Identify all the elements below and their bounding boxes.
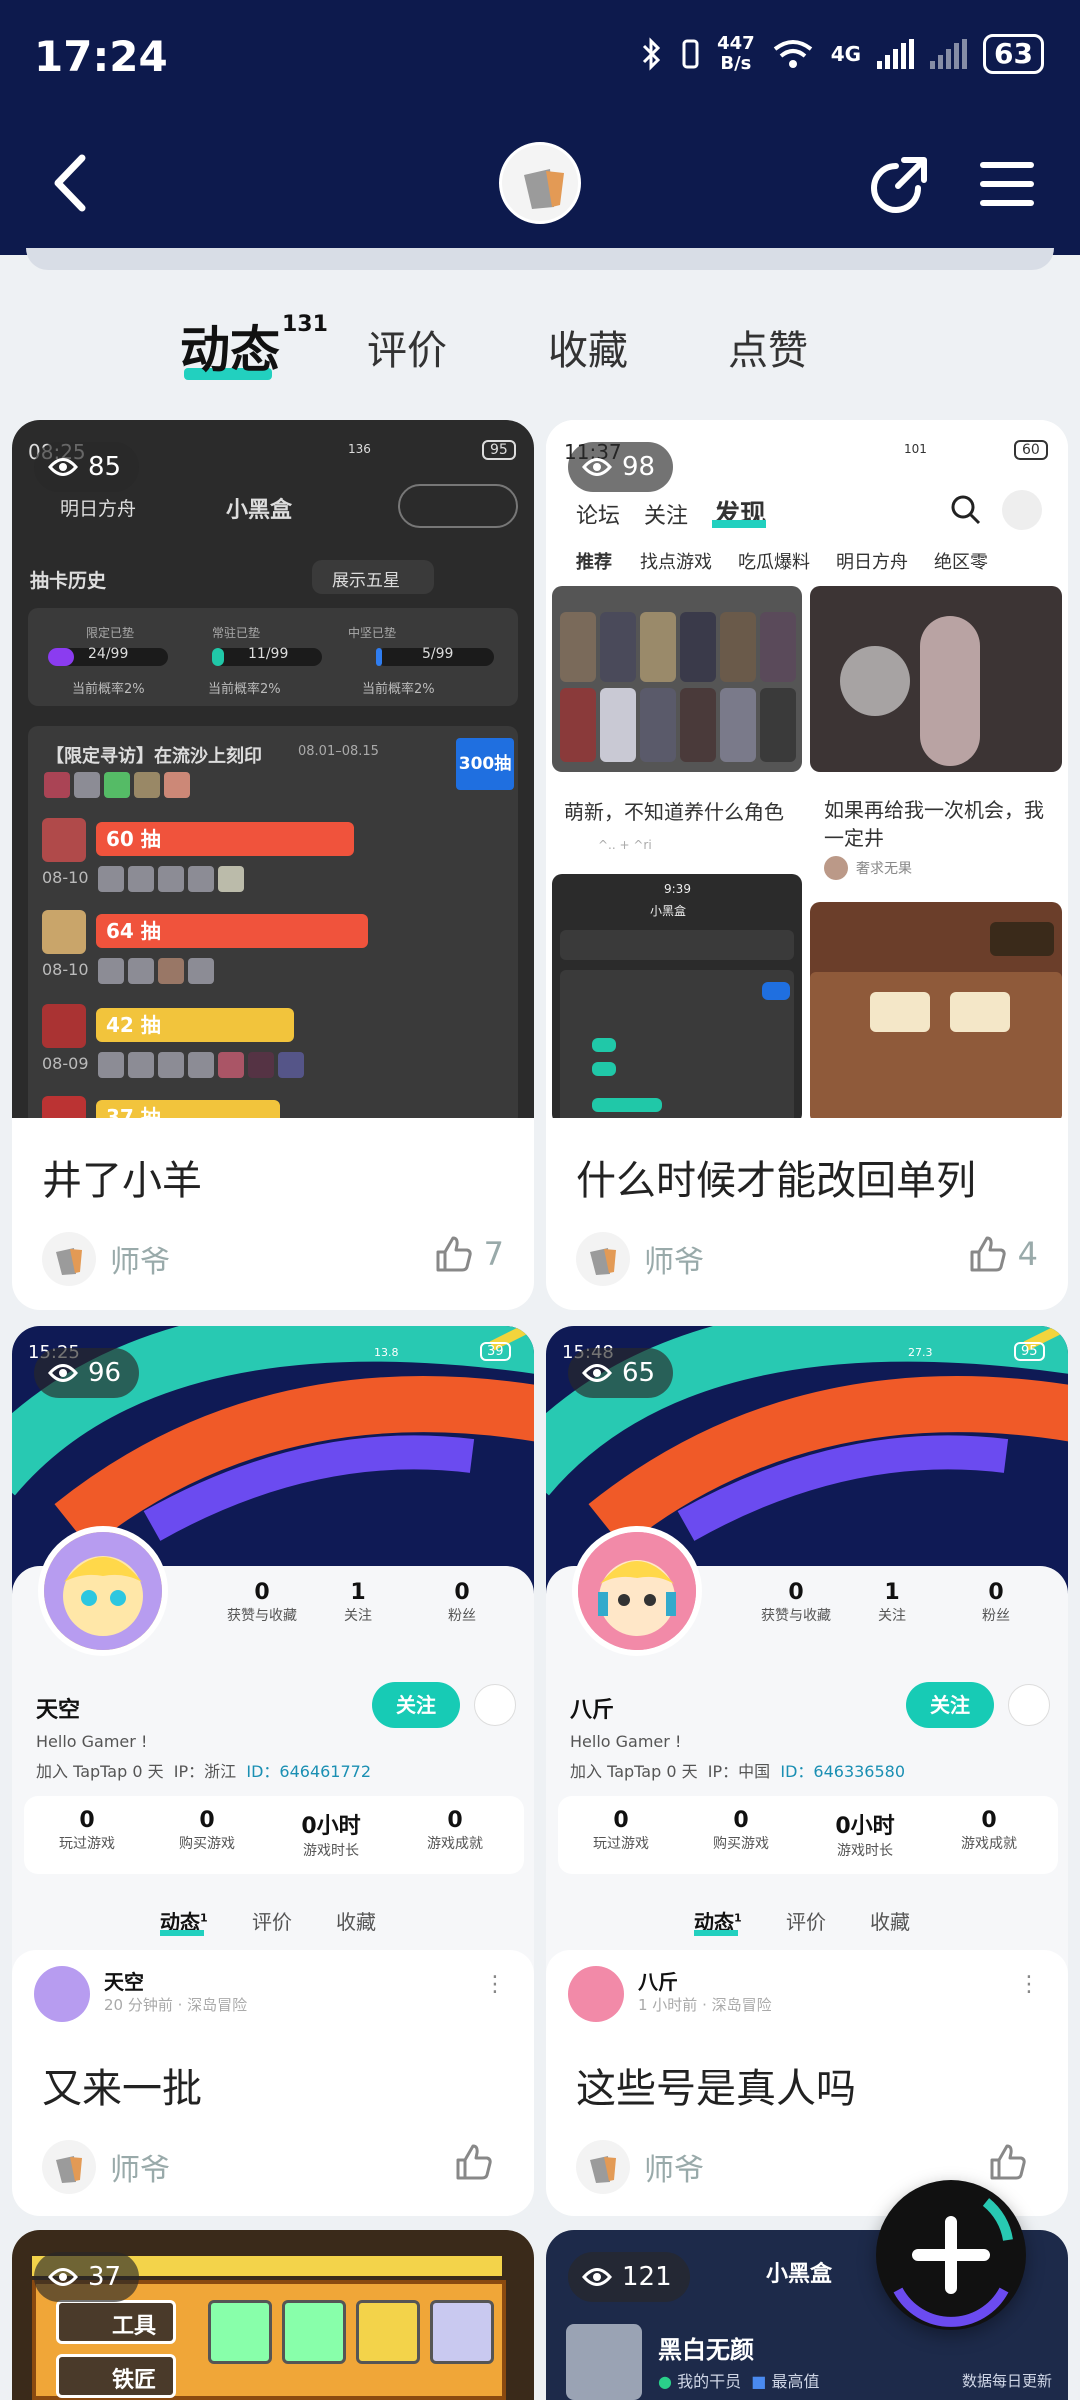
like-button[interactable]: 4 [968, 1234, 1038, 1274]
post-card[interactable]: 08:25 136 95 明日方舟 小黑盒 抽卡历史 展示五星 限定已垫 常驻已… [12, 420, 534, 1310]
follow-button: 关注 [372, 1682, 460, 1728]
eye-icon [48, 2268, 78, 2286]
view-count: 98 [568, 442, 674, 492]
tab-dynamics-count: 131 [282, 312, 328, 337]
eye-icon [582, 458, 612, 476]
thumbs-up-icon [436, 1236, 472, 1272]
view-count: 121 [568, 2252, 690, 2302]
share-button[interactable] [866, 152, 932, 218]
vibrate-icon [682, 39, 699, 69]
search-icon [951, 495, 981, 525]
view-count: 85 [34, 442, 140, 492]
follow-button: 关注 [906, 1682, 994, 1728]
profile-name: 八斤 [570, 1698, 615, 1723]
eye-icon [582, 1364, 612, 1382]
post-title: 井了小羊 [42, 1158, 202, 1204]
thumbs-up-icon [970, 1236, 1006, 1272]
author-avatar [576, 2140, 630, 2194]
tab-dynamics[interactable]: 动态 [180, 310, 280, 382]
tab-likes[interactable]: 点赞 [728, 318, 808, 376]
author-avatar [42, 2140, 96, 2194]
profile-name: 天空 [36, 1698, 81, 1723]
profile-avatar [38, 1526, 168, 1656]
signal-2-icon [930, 39, 968, 69]
create-post-button[interactable] [876, 2180, 1026, 2330]
content-tabs: 动态 131 评价 收藏 点赞 [0, 308, 1080, 388]
message-icon [474, 1684, 516, 1726]
post-thumbnail: 15:25 13.8 39 0获赞与收藏 1关注 0粉丝 天空 关注 Hello… [12, 1326, 534, 2026]
status-icons: 447 B/s 4G 63 [641, 34, 1044, 74]
like-button[interactable]: 7 [434, 1234, 504, 1274]
eye-icon [48, 458, 78, 476]
author-avatar [42, 1232, 96, 1286]
network-type: 4G [830, 42, 862, 66]
post-card[interactable]: 15:25 13.8 39 0获赞与收藏 1关注 0粉丝 天空 关注 Hello… [12, 1326, 534, 2216]
view-count: 96 [34, 1348, 140, 1398]
post-thumbnail: 15:48 27.3 95 0获赞与收藏 1关注 0粉丝 八斤 关注 Hello… [546, 1326, 1068, 2026]
post-thumbnail: 11:37 101 60 论坛 关注 发现 推荐 找点游戏 吃瓜爆料 明日方舟 … [546, 420, 1068, 1118]
header-rim [26, 248, 1054, 270]
mini-program-menu [398, 484, 518, 528]
thumbs-up-icon [456, 2144, 492, 2180]
avatar[interactable] [499, 142, 581, 224]
plus-icon [893, 2198, 1013, 2327]
menu-button[interactable] [976, 156, 1038, 212]
eye-icon [582, 2268, 612, 2286]
wifi-icon [773, 40, 812, 68]
bluetooth-icon [643, 37, 661, 71]
view-count: 37 [34, 2252, 140, 2302]
post-card[interactable]: 11:37 101 60 论坛 关注 发现 推荐 找点游戏 吃瓜爆料 明日方舟 … [546, 420, 1068, 1310]
post-title: 又来一批 [42, 2066, 202, 2112]
profile-avatar [572, 1526, 702, 1656]
status-bar: 17:24 447 B/s 4G 63 [0, 0, 1080, 120]
eye-icon [48, 1364, 78, 1382]
author-avatar [576, 1232, 630, 1286]
battery-indicator: 63 [983, 34, 1044, 74]
post-card[interactable]: 15:48 27.3 95 0获赞与收藏 1关注 0粉丝 八斤 关注 Hello… [546, 1326, 1068, 2216]
signal-icon [877, 39, 915, 69]
message-icon [1008, 1684, 1050, 1726]
back-button[interactable] [40, 148, 110, 218]
like-button[interactable] [454, 2142, 504, 2182]
post-author[interactable]: 师爷 [42, 1232, 170, 1286]
view-count: 65 [568, 1348, 674, 1398]
app-header: 17:24 447 B/s 4G 63 [0, 0, 1080, 255]
post-title: 什么时候才能改回单列 [576, 1158, 976, 1204]
post-author[interactable]: 师爷 [576, 2140, 704, 2194]
tab-favorites[interactable]: 收藏 [548, 318, 628, 376]
like-button[interactable] [988, 2142, 1038, 2182]
post-card[interactable]: 工具 铁匠 37 [12, 2230, 534, 2400]
network-speed: 447 B/s [717, 33, 755, 74]
thumbs-up-icon [990, 2144, 1026, 2180]
status-time: 17:24 [34, 32, 168, 81]
post-thumbnail: 08:25 136 95 明日方舟 小黑盒 抽卡历史 展示五星 限定已垫 常驻已… [12, 420, 534, 1118]
post-author[interactable]: 师爷 [42, 2140, 170, 2194]
nav-bar [0, 120, 1080, 255]
post-title: 这些号是真人吗 [576, 2066, 856, 2112]
post-author[interactable]: 师爷 [576, 1232, 704, 1286]
tab-reviews[interactable]: 评价 [367, 318, 447, 376]
